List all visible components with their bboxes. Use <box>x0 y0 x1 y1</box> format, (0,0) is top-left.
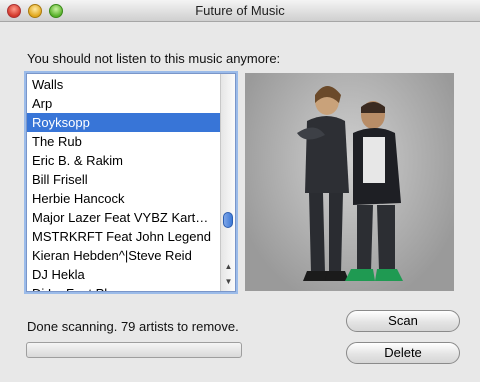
status-text: Done scanning. 79 artists to remove. <box>27 319 239 334</box>
title-bar: Future of Music <box>0 0 480 22</box>
list-item[interactable]: Dj Lo Feat Phoo… <box>27 284 221 291</box>
list-item[interactable]: DJ Hekla <box>27 265 221 284</box>
list-item[interactable]: Eric B. & Rakim <box>27 151 221 170</box>
vertical-scrollbar[interactable]: ▲ ▼ <box>220 74 235 291</box>
list-item[interactable]: Herbie Hancock <box>27 189 221 208</box>
scroll-up-arrow-icon[interactable]: ▲ <box>222 261 235 273</box>
list-item[interactable]: Kieran Hebden^|Steve Reid <box>27 246 221 265</box>
list-item[interactable]: Royksopp <box>27 113 221 132</box>
progress-bar <box>26 342 242 358</box>
scan-button[interactable]: Scan <box>346 310 460 332</box>
list-item[interactable]: Bill Frisell <box>27 170 221 189</box>
list-item[interactable]: MSTRKRFT Feat John Legend <box>27 227 221 246</box>
artist-photo <box>245 73 454 291</box>
list-prompt-label: You should not listen to this music anym… <box>27 51 281 66</box>
artist-photo-image <box>297 86 403 281</box>
app-window: Future of Music You should not listen to… <box>0 0 480 382</box>
list-item[interactable]: Walls <box>27 75 221 94</box>
artist-list[interactable]: Walls Arp Royksopp The Rub Eric B. & Rakim Bi… <box>26 73 236 292</box>
scroll-thumb[interactable] <box>223 212 233 228</box>
list-item[interactable]: Arp <box>27 94 221 113</box>
scroll-down-arrow-icon[interactable]: ▼ <box>222 276 235 288</box>
delete-button[interactable]: Delete <box>346 342 460 364</box>
list-item[interactable]: Major Lazer Feat VYBZ Kart… <box>27 208 221 227</box>
window-title: Future of Music <box>195 3 285 18</box>
list-item[interactable]: The Rub <box>27 132 221 151</box>
